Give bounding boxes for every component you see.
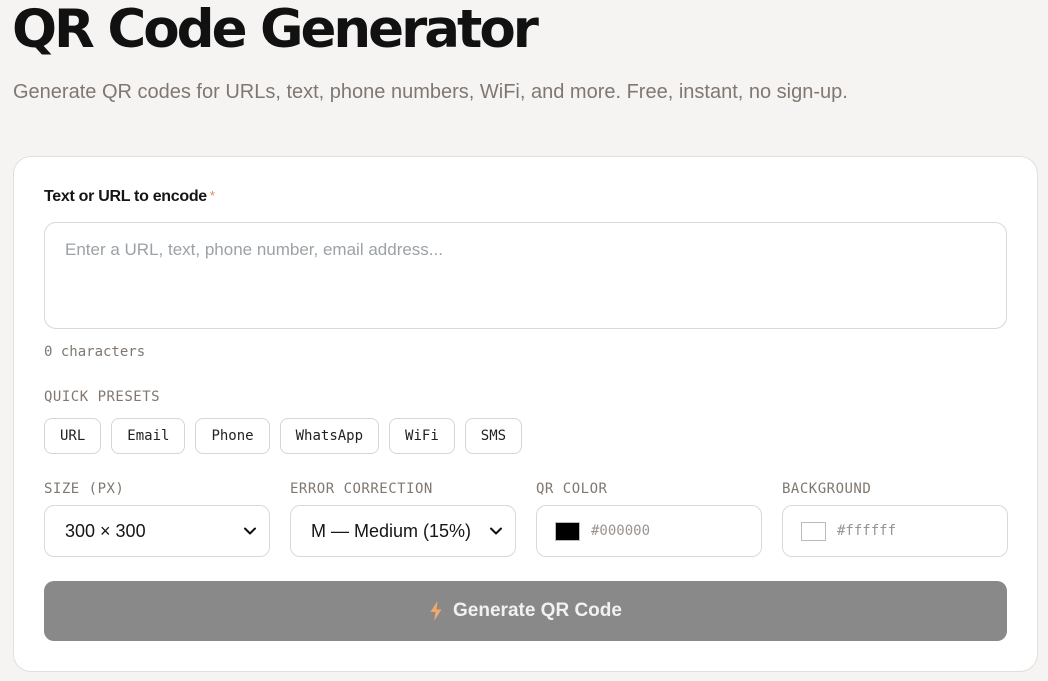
preset-whatsapp-button[interactable]: WhatsApp	[279, 418, 380, 454]
size-select-value: 300 × 300	[65, 520, 146, 541]
generate-qr-button[interactable]: Generate QR Code	[44, 581, 1007, 641]
preset-email-button[interactable]: Email	[111, 418, 186, 454]
page-subtitle: Generate QR codes for URLs, text, phone …	[13, 81, 848, 103]
page-title: QR Code Generator	[12, 0, 539, 60]
preset-phone-button[interactable]: Phone	[195, 418, 270, 454]
qr-color-field[interactable]: #000000	[536, 505, 762, 557]
character-count: 0 characters	[44, 344, 146, 360]
background-color-swatch[interactable]	[801, 521, 826, 541]
qr-color-value[interactable]: #000000	[591, 523, 650, 539]
background-color-value[interactable]: #ffffff	[837, 523, 896, 539]
preset-sms-button[interactable]: SMS	[464, 418, 523, 454]
chevron-down-icon	[244, 527, 256, 535]
generate-button-label: Generate QR Code	[453, 600, 622, 621]
preset-url-button[interactable]: URL	[44, 418, 102, 454]
quick-presets-label: QUICK PRESETS	[44, 389, 161, 405]
background-label: BACKGROUND	[782, 481, 872, 497]
qr-color-swatch[interactable]	[555, 521, 580, 541]
input-label-text: Text or URL to encode	[44, 188, 207, 205]
error-correction-value: M — Medium (15%)	[311, 520, 472, 541]
error-correction-select[interactable]: M — Medium (15%)	[290, 505, 516, 557]
preset-wifi-button[interactable]: WiFi	[389, 418, 455, 454]
size-label: SIZE (PX)	[44, 481, 125, 497]
generator-card: Text or URL to encode* 0 characters QUIC…	[13, 156, 1038, 672]
preset-list: URL Email Phone WhatsApp WiFi SMS	[44, 418, 523, 454]
error-correction-label: ERROR CORRECTION	[290, 481, 433, 497]
input-label: Text or URL to encode *	[44, 188, 215, 206]
lightning-bolt-icon	[430, 601, 442, 621]
page: QR Code Generator Generate QR codes for …	[0, 0, 1048, 681]
encode-text-input[interactable]	[44, 222, 1007, 329]
background-color-field[interactable]: #ffffff	[782, 505, 1008, 557]
chevron-down-icon	[490, 527, 502, 535]
size-select[interactable]: 300 × 300	[44, 505, 270, 557]
required-mark: *	[209, 188, 215, 203]
qr-color-label: QR COLOR	[536, 481, 608, 497]
